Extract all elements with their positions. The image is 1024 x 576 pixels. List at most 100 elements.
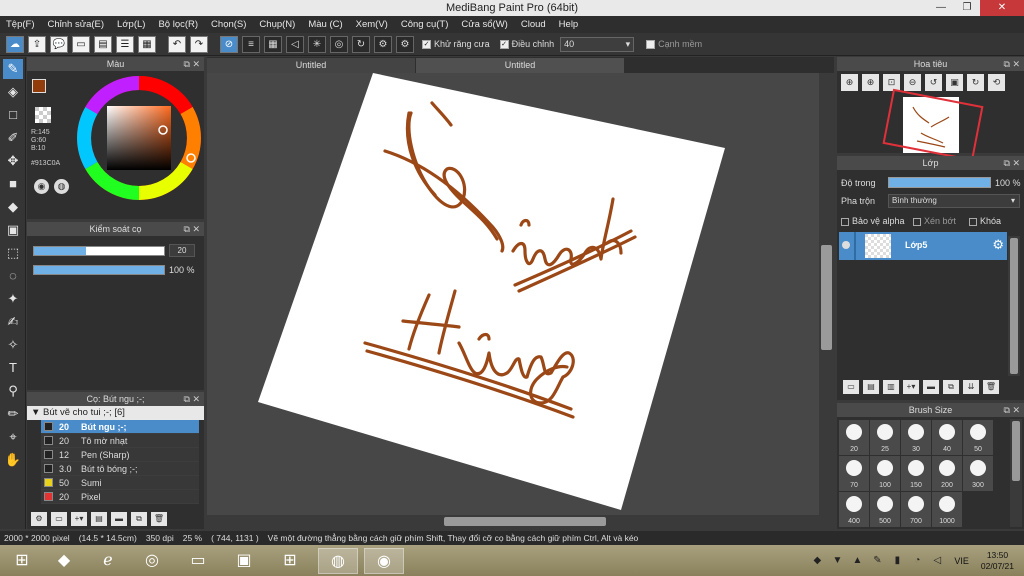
brush-size-option[interactable]: 700 [901,492,931,527]
menu-edit[interactable]: Chỉnh sửa(E) [48,19,105,30]
no-snap-icon[interactable]: ⊘ [220,35,238,53]
maximize-button[interactable]: ❐ [954,0,980,16]
tab-untitled-2[interactable]: Untitled [416,58,624,73]
brush-size-option[interactable]: 1000 [932,492,962,527]
canvas-area[interactable] [207,73,819,515]
panel-close-icon[interactable]: ⧉ ✕ [184,57,200,71]
operation-tool-icon[interactable]: ⚲ [3,381,23,401]
brush-properties-icon[interactable]: ▤ [91,512,107,526]
add-brush-icon[interactable]: +▾ [71,512,87,526]
drawing-canvas[interactable] [258,73,725,510]
merge-layer-icon[interactable]: ⇊ [963,380,979,394]
undo-icon[interactable]: ↶ [168,35,186,53]
minimize-button[interactable]: — [928,0,954,16]
brush-size-option[interactable]: 500 [870,492,900,527]
circle-snap-icon[interactable]: ◎ [330,35,348,53]
panel-close-icon[interactable]: ⧉ ✕ [1004,403,1020,417]
ie-icon[interactable]: ℯ [88,548,128,574]
brush-item[interactable]: 20 Bút ngu ;-; [41,420,199,434]
menu-file[interactable]: Tệp(F) [6,19,35,30]
brush-size-scrollbar[interactable] [1010,419,1022,527]
grid-snap-icon[interactable]: ▦ [264,35,282,53]
medibang-taskbar-icon[interactable]: ◉ [364,548,404,574]
canvas-vertical-scrollbar[interactable] [819,73,834,528]
brush-size-option[interactable]: 300 [963,456,993,491]
menu-filter[interactable]: Bộ lọc(R) [158,19,198,30]
color-wheel[interactable] [75,74,203,202]
antivirus-icon[interactable]: ▼ [830,555,844,566]
eyedropper-tool-icon[interactable]: ⌖ [3,427,23,447]
panel-close-icon[interactable]: ⧉ ✕ [1004,156,1020,170]
panel-close-icon[interactable]: ⧉ ✕ [184,222,200,236]
brush-size-option[interactable]: 150 [901,456,931,491]
protect-alpha-option[interactable]: Bảo vệ alpha [841,216,905,226]
menu-help[interactable]: Help [559,19,579,30]
correction-select[interactable]: 40 [560,36,635,52]
bluestacks-icon[interactable]: ◆ [44,548,84,574]
reset-view-icon[interactable]: ⟲ [988,74,1005,91]
duplicate-brush-icon[interactable]: ⧉ [131,512,147,526]
close-button[interactable]: ✕ [980,0,1024,16]
lasso-tool-icon[interactable]: ◌ [3,266,23,286]
document-icon[interactable]: ▤ [94,35,112,53]
brush-tool-icon[interactable]: ✎ [3,59,23,79]
brush-size-option[interactable]: 400 [839,492,869,527]
canvas-horizontal-scrollbar[interactable] [207,515,819,528]
brush-folder-icon[interactable]: ▬ [111,512,127,526]
menu-select[interactable]: Chọn(S) [211,19,246,30]
battery-icon[interactable]: ▮ [890,555,904,566]
palette-icon[interactable]: ◉ [34,179,49,194]
office-icon[interactable]: ▣ [224,548,264,574]
select-rect-tool-icon[interactable]: ⬚ [3,243,23,263]
primary-color-swatch[interactable] [32,79,46,93]
tab-untitled-1[interactable]: Untitled [207,58,415,73]
brush-group-header[interactable]: ▼ Bút vẽ cho tui ;-; [6] [27,406,204,420]
rotate-left-icon[interactable]: ↺ [925,74,942,91]
brush-size-value[interactable]: 20 [169,244,195,257]
brush-opacity-slider[interactable] [33,265,165,275]
lock-option[interactable]: Khóa [969,216,1001,226]
file-explorer-icon[interactable]: ▭ [178,548,218,574]
curve-snap-icon[interactable]: ↻ [352,35,370,53]
layer-scroll-thumb[interactable] [1010,238,1018,374]
canvas-hscroll-thumb[interactable] [444,517,606,526]
tray-tool-icon[interactable]: ✎ [870,555,884,566]
cloud-icon[interactable]: ☁ [6,35,24,53]
brush-size-scroll-thumb[interactable] [1012,421,1020,481]
brush-item[interactable]: 50 Sumi [41,476,199,490]
menu-snap[interactable]: Chụp(N) [259,19,295,30]
duplicate-layer-icon[interactable]: ⧉ [943,380,959,394]
menu-tools[interactable]: Công cụ(T) [401,19,449,30]
move-tool-icon[interactable]: ✥ [3,151,23,171]
menu-layer[interactable]: Lớp(L) [117,19,145,30]
menu-cloud[interactable]: Cloud [521,19,546,30]
share-icon[interactable]: ⇪ [28,35,46,53]
perspective-snap-icon[interactable]: ◁ [286,35,304,53]
layer-scrollbar[interactable] [1008,236,1020,376]
soft-edge-checkbox[interactable] [646,39,656,49]
delete-layer-icon[interactable]: 🗑 [983,380,999,394]
message-icon[interactable]: ▭ [72,35,90,53]
text-tool-icon[interactable]: T [3,358,23,378]
brush-item[interactable]: 12 Pen (Sharp) [41,448,199,462]
panel-close-icon[interactable]: ⧉ ✕ [184,392,200,406]
clock[interactable]: 13:50 02/07/21 [981,550,1014,572]
visibility-eye-icon[interactable] [842,241,850,249]
brush-size-option[interactable]: 50 [963,420,993,455]
volume-icon[interactable]: ◁ [930,555,944,566]
brush-item[interactable]: 3.0 Bút tô bóng ;-; [41,462,199,476]
brush-item[interactable]: 20 Tô mờ nhạt [41,434,199,448]
pen-tool-icon[interactable]: ✐ [3,128,23,148]
brush-size-slider[interactable] [33,246,165,256]
actual-size-icon[interactable]: ▣ [946,74,963,91]
gradient-tool-icon[interactable]: ▣ [3,220,23,240]
brush-item[interactable]: 20 Pixel [41,490,199,504]
canvas-vscroll-thumb[interactable] [821,245,832,350]
divide-tool-icon[interactable]: ✏ [3,404,23,424]
redo-icon[interactable]: ↷ [190,35,208,53]
clipping-option[interactable]: Xén bớt [913,216,956,226]
antialias-checkbox[interactable]: ✓ [422,39,431,49]
layer-gear-icon[interactable]: ⚙ [992,237,1004,253]
protect-alpha-checkbox[interactable] [841,217,849,226]
select-pen-tool-icon[interactable]: ✍ [3,312,23,332]
